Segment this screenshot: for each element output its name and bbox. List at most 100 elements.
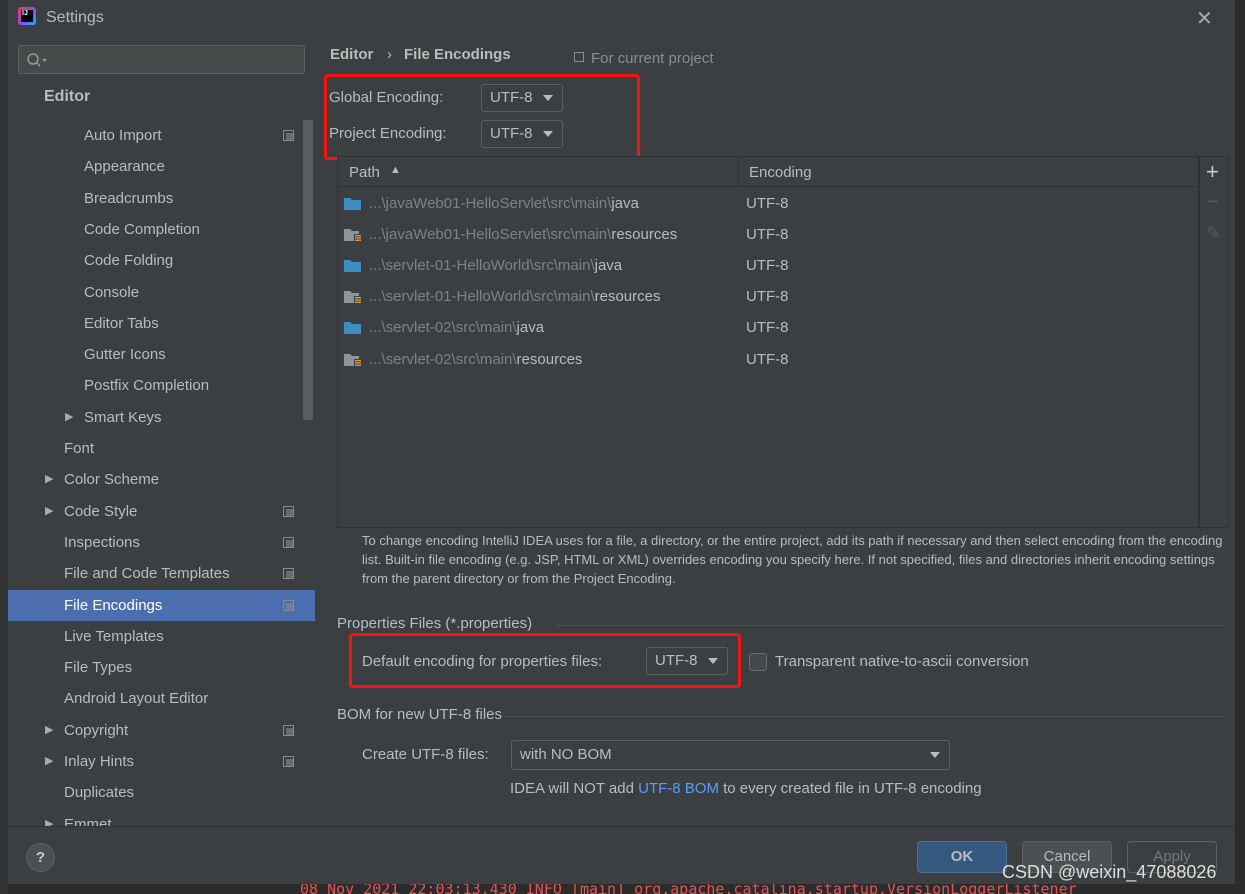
sidebar-item-color-scheme[interactable]: ▶ Color Scheme [8,464,315,495]
chevron-down-icon [930,752,940,758]
table-row[interactable]: ...\servlet-02\src\main\java UTF-8 [338,312,1198,343]
sidebar-item-file-and-code-templates[interactable]: File and Code Templates [8,558,315,589]
column-header-path[interactable]: Path [349,164,380,181]
table-row[interactable]: ...\javaWeb01-HelloServlet\src\main\java… [338,188,1198,219]
sidebar-section-editor[interactable]: Editor [44,88,90,106]
sidebar-item-label: Inlay Hints [64,753,135,770]
sidebar-item-file-types[interactable]: File Types [8,652,315,683]
expand-arrow-icon[interactable]: ▶ [45,496,53,527]
sidebar-item-console[interactable]: Console [8,277,315,308]
sidebar-item-label: Copyright [64,721,129,739]
add-icon[interactable]: + [1206,159,1219,185]
bom-select[interactable]: with NO BOM [511,740,950,770]
path-prefix: ...\javaWeb01-HelloServlet\src\main\ [369,226,612,244]
expand-arrow-icon[interactable]: ▶ [45,464,53,495]
sidebar-item-label: File Types [64,659,133,677]
properties-encoding-select[interactable]: UTF-8 [646,647,728,675]
path-prefix: ...\servlet-02\src\main\ [369,319,517,337]
settings-dialog: IJ Settings ✕ Editor Auto Import Appearan… [8,0,1235,884]
sidebar-item-label: Appearance [84,158,165,176]
sidebar-item-label: Smart Keys [84,408,162,426]
project-scope-icon [283,505,294,517]
table-toolbar: + − ✎ [1199,156,1229,528]
global-encoding-select[interactable]: UTF-8 [481,84,563,112]
sidebar-item-code-folding[interactable]: Code Folding [8,245,315,276]
sidebar-item-duplicates[interactable]: Duplicates [8,777,315,808]
sidebar-item-font[interactable]: Font [8,433,315,464]
sidebar-item-label: Font [64,440,95,457]
create-utf8-label: Create UTF-8 files: [362,746,489,763]
utf8-bom-link[interactable]: UTF-8 BOM [638,780,719,797]
project-scope-icon [283,599,294,611]
bom-hint-text: to every created file in UTF-8 encoding [718,780,982,797]
close-icon[interactable]: ✕ [1196,6,1213,31]
expand-arrow-icon[interactable]: ▶ [65,402,73,433]
properties-section-title: Properties Files (*.properties) [337,615,533,632]
expand-arrow-icon[interactable]: ▶ [45,746,53,777]
sidebar-item-live-templates[interactable]: Live Templates [8,621,315,652]
edit-icon[interactable]: ✎ [1206,223,1221,244]
project-scope-icon [283,568,294,580]
global-encoding-value: UTF-8 [490,89,533,106]
sidebar-item-editor-tabs[interactable]: Editor Tabs [8,308,315,339]
sidebar-item-smart-keys[interactable]: ▶ Smart Keys [8,402,315,433]
table-row[interactable]: ...\servlet-02\src\main\resources UTF-8 [338,344,1198,375]
project-encoding-select[interactable]: UTF-8 [481,120,563,148]
sidebar-item-appearance[interactable]: Appearance [8,151,315,182]
table-row[interactable]: ...\servlet-01-HelloWorld\src\main\resou… [338,281,1198,312]
row-encoding[interactable]: UTF-8 [746,250,789,281]
sidebar-item-label: Auto Import [84,127,162,144]
sidebar-item-label: Console [84,283,140,301]
table-row[interactable]: ...\servlet-01-HelloWorld\src\main\java U… [338,250,1198,281]
column-divider [738,157,739,187]
row-encoding[interactable]: UTF-8 [746,219,789,250]
sidebar-item-label: Editor Tabs [84,314,159,332]
row-encoding[interactable]: UTF-8 [746,281,789,312]
footer-divider [8,826,1235,827]
global-encoding-label: Global Encoding: [329,89,444,106]
sidebar-item-code-style[interactable]: ▶ Code Style [8,496,315,527]
sidebar-item-android-layout-editor[interactable]: Android Layout Editor [8,683,315,714]
resources-folder-icon [344,353,361,366]
row-encoding[interactable]: UTF-8 [746,312,789,343]
path-prefix: ...\servlet-01-HelloWorld\src\main\ [369,288,595,306]
sidebar-item-emmet[interactable]: ▶ Emmet [8,809,315,826]
sidebar-item-label: Code Style [64,502,138,520]
bom-hint-text: IDEA will NOT add [510,780,639,797]
search-input[interactable] [18,45,305,74]
project-scope-icon [283,130,294,141]
sidebar-item-gutter-icons[interactable]: Gutter Icons [8,339,315,370]
sidebar-item-copyright[interactable]: ▶ Copyright [8,715,315,746]
sidebar-item-postfix-completion[interactable]: Postfix Completion [8,370,315,401]
resources-folder-icon [344,291,361,304]
sidebar-item-breadcrumbs[interactable]: Breadcrumbs [8,183,315,214]
sidebar-item-inlay-hints[interactable]: ▶ Inlay Hints [8,746,315,777]
path-prefix: ...\servlet-02\src\main\ [369,350,517,368]
column-header-encoding[interactable]: Encoding [749,164,812,181]
sidebar-item-file-encodings[interactable]: File Encodings [8,589,315,621]
breadcrumb-parent[interactable]: Editor [330,46,373,63]
sidebar-item-auto-import[interactable]: Auto Import [8,120,315,151]
sidebar-item-label: Emmet [64,815,112,826]
ok-button[interactable]: OK [917,841,1007,873]
row-path: ...\servlet-02\src\main\java [369,312,544,343]
path-leaf: resources [611,226,678,244]
encoding-help-note: To change encoding IntelliJ IDEA uses fo… [362,533,1223,586]
row-path: ...\javaWeb01-HelloServlet\src\main\reso… [369,219,677,250]
transparent-conversion-label[interactable]: Transparent native-to-ascii conversion [775,653,1029,670]
expand-arrow-icon[interactable]: ▶ [45,715,53,746]
transparent-conversion-checkbox[interactable] [749,653,767,671]
row-encoding[interactable]: UTF-8 [746,344,789,375]
sidebar-item-code-completion[interactable]: Code Completion [8,214,315,245]
help-button[interactable]: ? [26,843,55,872]
title-bar: IJ Settings ✕ [8,0,1235,36]
settings-sidebar: Editor Auto Import Appearance Breadcrumbs C… [8,36,315,826]
sidebar-scrollbar[interactable] [303,120,313,420]
row-encoding[interactable]: UTF-8 [746,188,789,219]
path-leaf: java [594,257,623,275]
sidebar-item-inspections[interactable]: Inspections [8,527,315,558]
expand-arrow-icon[interactable]: ▶ [45,809,53,826]
sidebar-item-label: File and Code Templates [64,565,230,583]
remove-icon[interactable]: − [1207,191,1219,214]
table-row[interactable]: ...\javaWeb01-HelloServlet\src\main\reso… [338,219,1198,250]
